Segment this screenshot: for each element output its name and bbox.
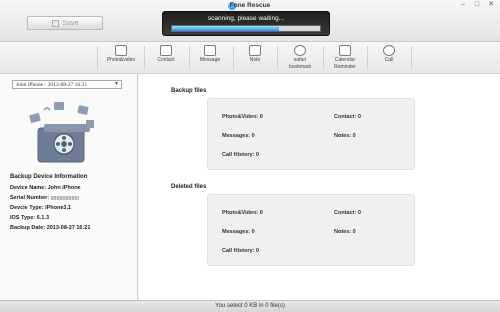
ios-type-value: 6.1.3 — [36, 215, 50, 221]
backup-date-label: Backup Date: — [10, 225, 46, 231]
device-info-title: Backup Device Information — [10, 174, 88, 180]
scan-status-text: scanning, please waiting... — [207, 15, 285, 22]
backup-call-history-count[interactable]: Call History: 0 — [222, 152, 259, 158]
window-controls: – □ ✕ — [458, 1, 496, 9]
serial-number-label: Serial Number: — [10, 195, 50, 201]
tool-label: Calendar Reminder — [334, 57, 356, 70]
device-name-value: John iPhone — [47, 185, 81, 191]
tool-label: Message — [199, 57, 221, 63]
tool-contact[interactable]: Contact — [146, 42, 186, 74]
backup-date-row: Backup Date: 2013-08-27 16:21 — [10, 225, 90, 231]
deleted-notes-count[interactable]: Notes: 0 — [334, 229, 356, 235]
message-icon — [204, 45, 216, 56]
backup-date-value: 2013-08-27 16:21 — [46, 225, 91, 231]
close-button[interactable]: ✕ — [486, 1, 496, 9]
safari-bookmark-icon — [294, 45, 306, 56]
device-type-value: iPhone3,1 — [45, 205, 72, 211]
backup-files-title: Backup files — [171, 88, 207, 94]
calendar-icon — [339, 45, 351, 56]
tool-label: safari bookmark — [289, 57, 311, 70]
deleted-files-title: Deleted files — [171, 184, 207, 190]
serial-number-row: Serial Number: — [10, 195, 79, 201]
minimize-button[interactable]: – — [458, 1, 468, 9]
chevron-down-icon: ▼ — [114, 82, 119, 87]
device-panel: John iPhone - 2013-08-27 16:21 ▼ Backup … — [0, 74, 138, 300]
device-type-label: Devcie Type: — [10, 205, 44, 211]
device-name-row: Device Name: John iPhone — [10, 185, 81, 191]
photo-video-icon — [115, 45, 127, 56]
tool-photo-video[interactable]: Photo&video — [101, 42, 141, 74]
scan-progress-panel: scanning, please waiting... — [162, 11, 330, 36]
main-content: Backup files Photo&Video: 0 Contact: 0 M… — [139, 74, 500, 300]
status-bar: You select 0 KB in 0 file(s) — [0, 300, 500, 312]
maximize-button[interactable]: □ — [472, 1, 482, 9]
backup-files-box: Photo&Video: 0 Contact: 0 Messages: 0 No… — [207, 98, 415, 170]
toolbar-separator — [277, 46, 278, 70]
backup-photo-video-count[interactable]: Photo&Video: 0 — [222, 114, 263, 120]
backup-box-icon — [29, 102, 94, 163]
call-icon — [383, 45, 395, 56]
scan-progress-fill — [172, 26, 279, 31]
tool-calendar-reminder[interactable]: Calendar Reminder — [325, 42, 365, 74]
tool-label: Note — [249, 57, 261, 63]
note-icon — [249, 45, 261, 56]
save-icon — [51, 19, 59, 27]
toolbar-separator — [323, 46, 324, 70]
toolbar-separator — [233, 46, 234, 70]
toolbar-separator — [144, 46, 145, 70]
deleted-contact-count[interactable]: Contact: 0 — [334, 210, 361, 216]
tool-label: Photo&video — [106, 57, 136, 63]
title-bar: Fone Rescue – □ ✕ Save scanning, please … — [0, 0, 500, 42]
scan-progress-bar — [171, 25, 321, 32]
ios-type-row: IOS Type: 6.1.3 — [10, 215, 49, 221]
contact-icon — [160, 45, 172, 56]
device-name-label: Device Name: — [10, 185, 47, 191]
device-select[interactable]: John iPhone - 2013-08-27 16:21 ▼ — [12, 80, 122, 89]
tool-safari-bookmark[interactable]: safari bookmark — [280, 42, 320, 74]
deleted-files-box: Photo&Video: 0 Contact: 0 Messages: 0 No… — [207, 194, 415, 266]
toolbar-separator — [367, 46, 368, 70]
backup-contact-count[interactable]: Contact: 0 — [334, 114, 361, 120]
backup-notes-count[interactable]: Notes: 0 — [334, 133, 356, 139]
device-select-value: John iPhone - 2013-08-27 16:21 — [16, 82, 88, 88]
deleted-call-history-count[interactable]: Call History: 0 — [222, 248, 259, 254]
tool-message[interactable]: Message — [190, 42, 230, 74]
save-button[interactable]: Save — [27, 16, 103, 30]
serial-number-masked — [50, 195, 79, 200]
tool-label: Call — [384, 57, 394, 63]
toolbar-separator — [97, 46, 98, 70]
deleted-photo-video-count[interactable]: Photo&Video: 0 — [222, 210, 263, 216]
backup-messages-count[interactable]: Messages: 0 — [222, 133, 255, 139]
tool-call[interactable]: Call — [369, 42, 409, 74]
tool-label: Contact — [157, 57, 175, 63]
ios-type-label: IOS Type: — [10, 215, 36, 221]
tool-note[interactable]: Note — [235, 42, 275, 74]
device-type-row: Devcie Type: iPhone3,1 — [10, 205, 71, 211]
deleted-messages-count[interactable]: Messages: 0 — [222, 229, 255, 235]
category-toolbar: Photo&video Contact Message Note safari … — [0, 42, 500, 74]
save-button-label: Save — [62, 19, 79, 27]
toolbar-separator — [411, 46, 412, 70]
app-title: Fone Rescue — [229, 2, 271, 9]
